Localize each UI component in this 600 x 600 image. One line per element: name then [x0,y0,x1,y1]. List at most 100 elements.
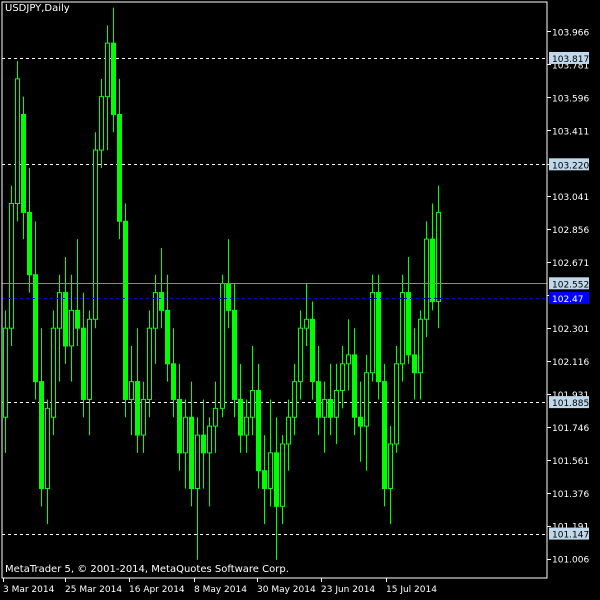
candle-body [298,327,303,383]
y-axis-label: 101.376 [552,490,589,500]
candle-body [412,354,417,374]
candle-body [418,318,423,374]
candle[interactable] [9,185,14,346]
x-axis-label: 23 Jun 2014 [321,585,375,595]
candle-body [87,318,92,400]
candle-body [238,398,243,436]
candle-body [141,398,146,436]
x-axis-label: 16 Apr 2014 [129,585,185,595]
y-axis-label: 101.746 [552,424,589,434]
level-price-label-text: 101.147 [552,531,589,541]
candle-body [280,443,285,507]
candle-body [328,398,333,418]
candle-body [99,96,104,151]
candle-body [177,398,182,454]
candle-body [322,398,327,418]
candle-body [27,211,32,276]
candle[interactable] [220,274,225,418]
candle-body [352,354,357,418]
candle-body [394,363,399,445]
candle[interactable] [51,310,56,436]
y-axis-label: 103.596 [552,94,589,104]
candle-body [111,42,116,115]
candle-body [153,292,158,329]
candle-body [117,113,122,222]
candle-body [244,416,249,436]
candle-body [45,407,50,489]
candle-body [39,381,44,489]
x-axis-label: 15 Jul 2014 [386,585,437,595]
candle[interactable] [382,363,387,507]
candle-body [33,274,38,383]
candle-body [15,78,20,204]
y-axis-label: 101.006 [552,556,589,566]
candle-body [430,238,435,302]
candle-body [105,42,110,98]
price-chart[interactable]: 103.966103.781103.596103.411103.220103.0… [0,0,600,600]
candle[interactable] [15,61,20,222]
current-price-label: 102.552 [549,277,589,290]
level-price-label: 103.817 [549,51,589,65]
candle-body [424,238,429,320]
candle-body [123,220,128,400]
candle-body [93,149,98,320]
candle-body [147,327,152,400]
candle-body [220,283,225,409]
candle-body [183,416,188,454]
candle-body [364,372,369,427]
chart-title: USDJPY,Daily [5,3,70,14]
y-axis-label: 102.301 [552,325,589,335]
candle-body [226,283,231,311]
y-axis-label: 103.041 [552,193,589,203]
y-axis-label: 102.116 [552,358,589,368]
copyright-text: MetaTrader 5, © 2001-2014, MetaQuotes So… [5,564,289,575]
candle-body [201,434,206,454]
ask-price-label: 102.47 [549,291,589,305]
y-axis-label: 101.561 [552,457,589,467]
candle-body [304,318,309,329]
candle-body [171,363,176,400]
candle-body [3,327,8,418]
candle-body [232,309,237,400]
candle-body [189,416,194,489]
candle-body [75,309,80,329]
candle-body [195,434,200,489]
candle[interactable] [376,274,381,400]
candle-body [57,292,62,329]
current-price-label-text: 102.552 [552,280,589,290]
candle-body [340,363,345,392]
candle-body [268,452,273,489]
candle-body [256,390,261,472]
level-price-label: 103.220 [549,158,589,171]
candle-body [213,407,218,427]
candle-body [316,381,321,418]
candle-body [262,470,267,489]
candle-body [81,327,86,400]
candle-body [310,318,315,383]
y-axis-label: 103.966 [552,28,589,38]
candle-body [51,327,56,418]
candle-body [346,354,351,365]
candle-body [274,452,279,507]
level-price-label-text: 103.220 [552,161,589,171]
candle-body [159,292,164,311]
candle-body [286,416,291,445]
candle-body [129,381,134,400]
candle-body [69,309,74,347]
x-axis-label: 25 Mar 2014 [65,585,122,595]
candle-body [292,381,297,418]
candle-body [370,292,375,374]
x-axis-label: 30 May 2014 [257,585,316,595]
level-price-label-text: 101.885 [552,399,589,409]
y-axis-label: 103.411 [552,127,589,137]
y-axis-label: 102.856 [552,226,589,236]
candle-body [400,292,405,365]
candle-body [382,381,387,489]
candle[interactable] [424,221,429,338]
level-price-label: 101.885 [549,396,589,409]
candle-body [207,425,212,454]
candle[interactable] [123,203,128,418]
x-axis-label: 8 May 2014 [194,585,247,595]
candle-body [376,292,381,383]
candle-body [9,203,14,329]
